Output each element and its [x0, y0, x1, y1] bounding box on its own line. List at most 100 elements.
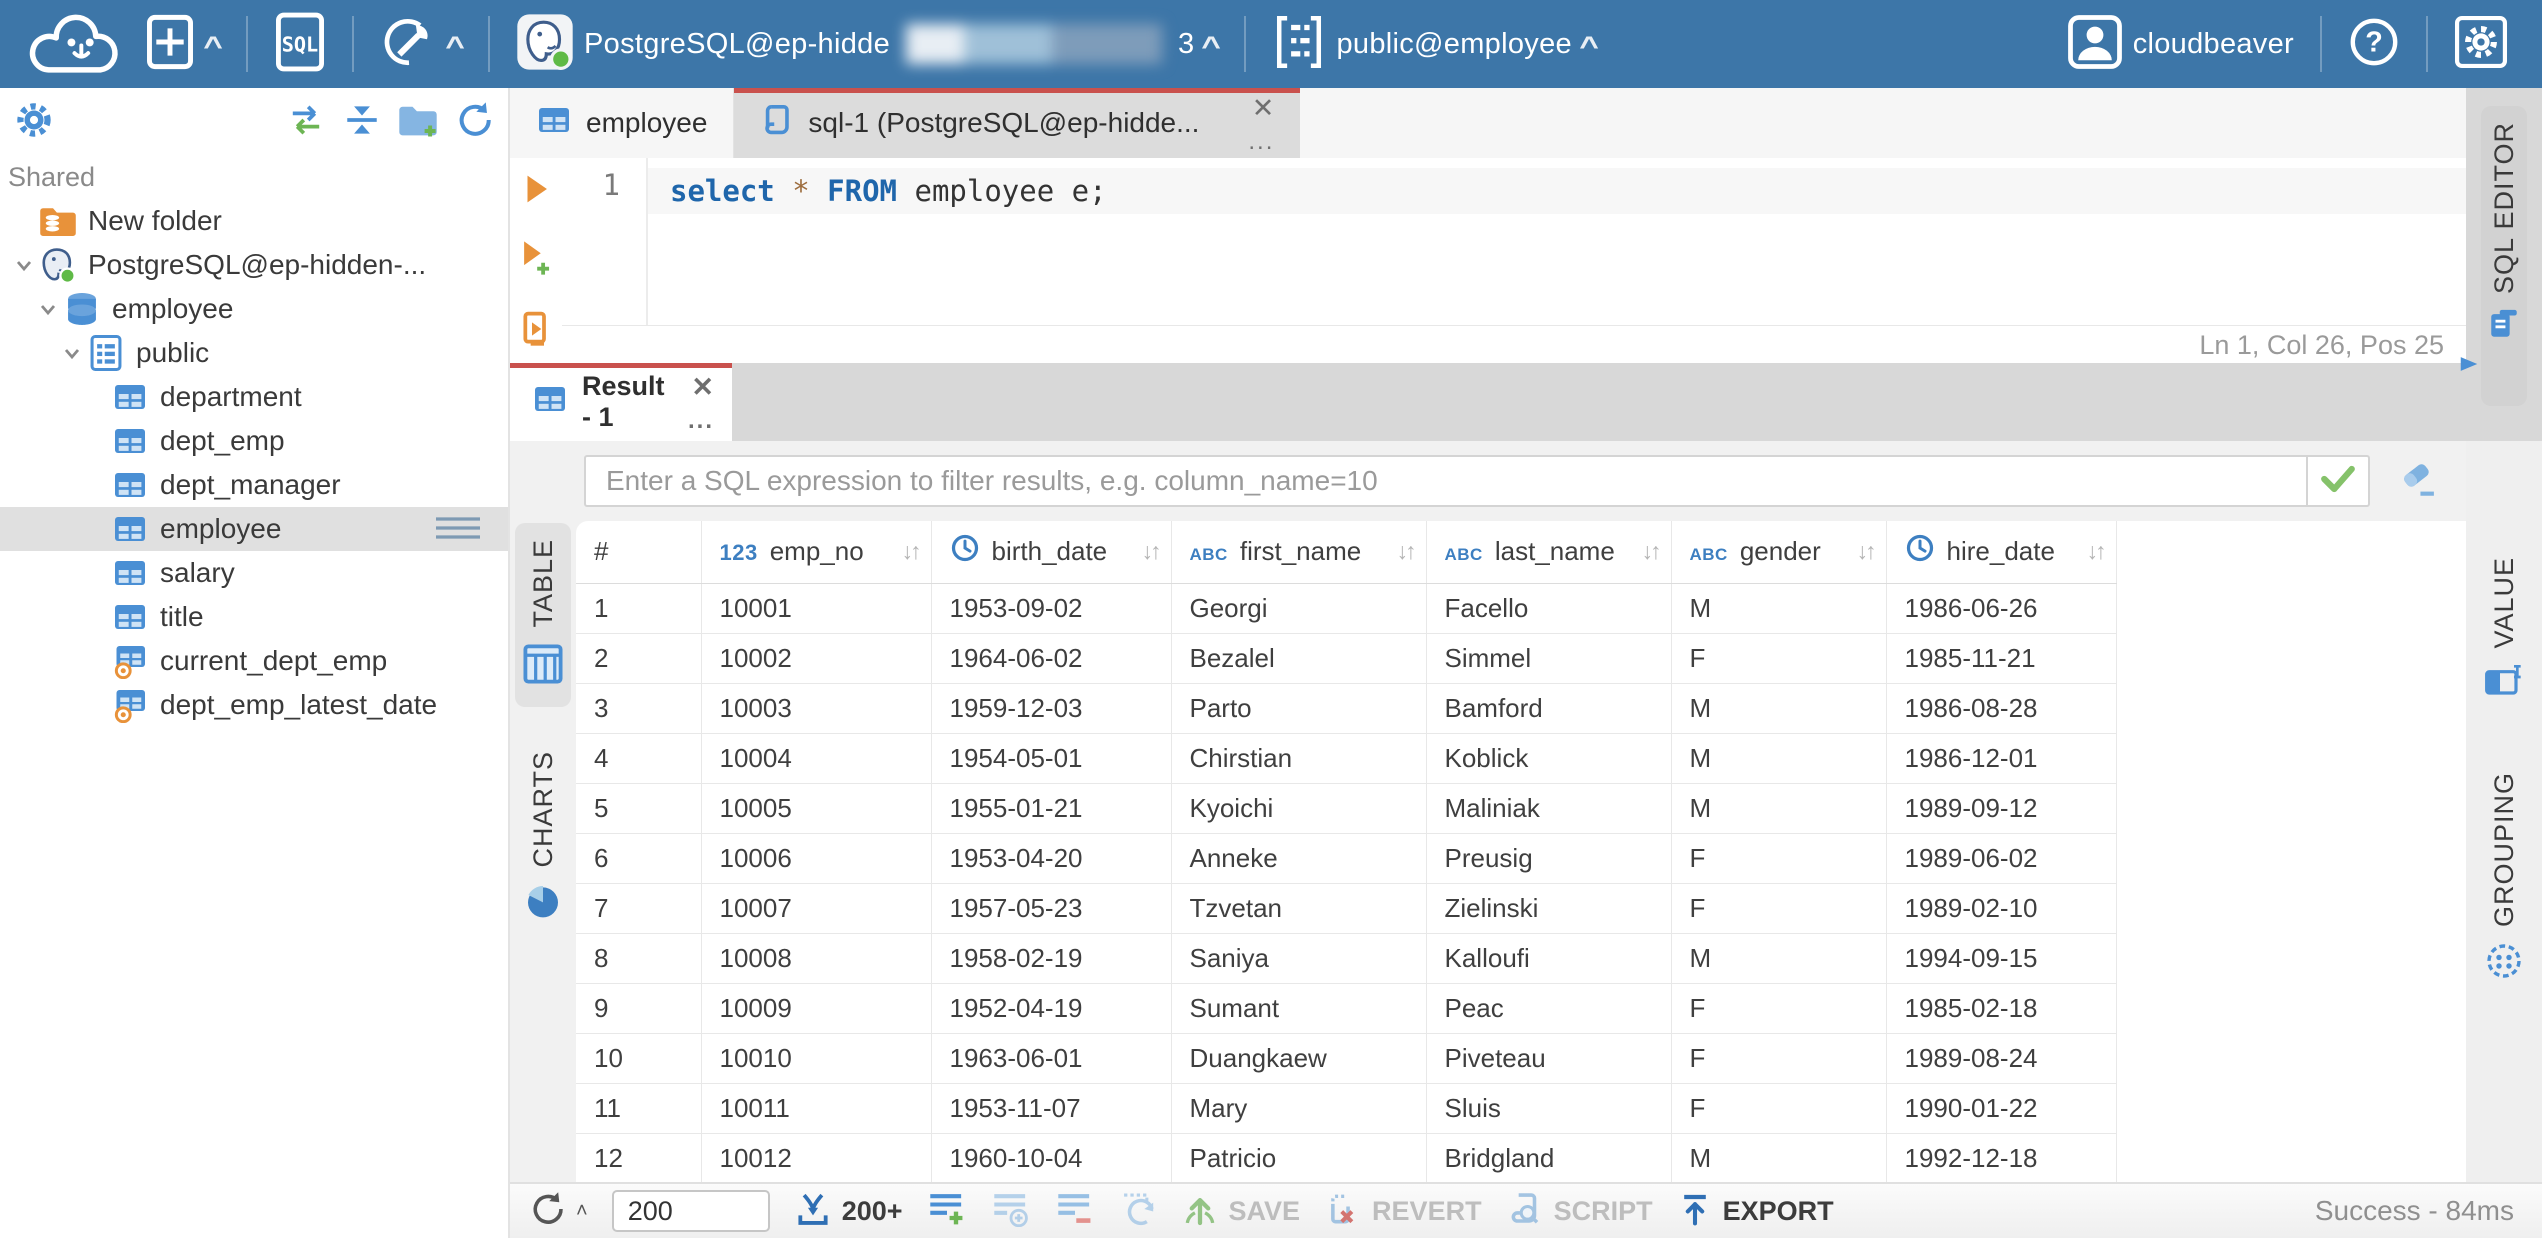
export-button[interactable]: EXPORT: [1677, 1191, 1834, 1232]
chevron-down-icon[interactable]: [10, 253, 38, 277]
data-cell[interactable]: Koblick: [1426, 733, 1672, 784]
data-cell[interactable]: Duangkaew: [1171, 1033, 1427, 1084]
help-button[interactable]: ?: [2348, 16, 2400, 73]
refresh-tree-button[interactable]: [454, 101, 494, 142]
chevron-down-icon[interactable]: [34, 297, 62, 321]
sync-selection-button[interactable]: [286, 102, 326, 142]
data-cell[interactable]: 1952-04-19: [931, 983, 1172, 1034]
row-index-cell[interactable]: 4: [576, 733, 702, 784]
row-index-cell[interactable]: 11: [576, 1083, 702, 1134]
data-cell[interactable]: 1953-11-07: [931, 1083, 1172, 1134]
data-cell[interactable]: Piveteau: [1426, 1033, 1672, 1084]
add-row-button[interactable]: [927, 1191, 967, 1232]
panel-splitter-collapse-icon[interactable]: [2458, 354, 2480, 379]
tab-table-view[interactable]: TABLE: [515, 523, 571, 707]
data-cell[interactable]: 10003: [701, 683, 932, 734]
new-folder-button[interactable]: [398, 102, 438, 142]
data-cell[interactable]: Georgi: [1171, 583, 1427, 634]
data-cell[interactable]: 10004: [701, 733, 932, 784]
connection-selector[interactable]: PostgreSQL@ep-hidde 3 ˄: [516, 13, 1221, 76]
script-button[interactable]: SCRIPT: [1506, 1191, 1653, 1232]
clear-filter-button[interactable]: [2396, 459, 2440, 504]
tab-employee[interactable]: employee: [510, 88, 735, 158]
sort-icon[interactable]: ↓↑: [1642, 538, 1671, 565]
data-cell[interactable]: 1985-02-18: [1886, 983, 2117, 1034]
data-cell[interactable]: 1985-11-21: [1886, 633, 2117, 684]
data-cell[interactable]: Zielinski: [1426, 883, 1672, 934]
data-cell[interactable]: M: [1671, 1133, 1887, 1182]
row-index-cell[interactable]: 9: [576, 983, 702, 1034]
tab-grouping-panel[interactable]: GROUPING: [2478, 756, 2530, 1002]
data-cell[interactable]: 1986-08-28: [1886, 683, 2117, 734]
data-cell[interactable]: 1986-12-01: [1886, 733, 2117, 784]
tree-item-department[interactable]: department: [0, 375, 508, 419]
data-cell[interactable]: M: [1671, 683, 1887, 734]
tab-sql-1[interactable]: sql-1 (PostgreSQL@ep-hidde... ✕ ...: [734, 88, 1301, 158]
data-cell[interactable]: 10005: [701, 783, 932, 834]
data-cell[interactable]: Sumant: [1171, 983, 1427, 1034]
execute-query-button[interactable]: [521, 172, 551, 211]
tab-value-panel[interactable]: VALUE: [2478, 541, 2530, 720]
data-cell[interactable]: Kyoichi: [1171, 783, 1427, 834]
column-header-row-index[interactable]: #: [576, 521, 702, 584]
tree-item-dept-emp[interactable]: dept_emp: [0, 419, 508, 463]
data-cell[interactable]: F: [1671, 883, 1887, 934]
row-index-cell[interactable]: 8: [576, 933, 702, 984]
data-cell[interactable]: 10002: [701, 633, 932, 684]
data-cell[interactable]: Patricio: [1171, 1133, 1427, 1182]
tab-result-1[interactable]: Result - 1 ✕ ...: [510, 363, 732, 441]
tree-item-new-folder[interactable]: New folder: [0, 199, 508, 243]
settings-button[interactable]: [2454, 15, 2508, 74]
apply-filter-button[interactable]: [2306, 457, 2368, 505]
data-cell[interactable]: Chirstian: [1171, 733, 1427, 784]
row-index-cell[interactable]: 10: [576, 1033, 702, 1084]
data-cell[interactable]: 10010: [701, 1033, 932, 1084]
data-cell[interactable]: 10011: [701, 1083, 932, 1134]
filter-input[interactable]: [586, 457, 2306, 505]
data-cell[interactable]: 10008: [701, 933, 932, 984]
data-cell[interactable]: F: [1671, 633, 1887, 684]
data-cell[interactable]: 1986-06-26: [1886, 583, 2117, 634]
data-cell[interactable]: 1989-06-02: [1886, 833, 2117, 884]
data-cell[interactable]: 1989-08-24: [1886, 1033, 2117, 1084]
row-index-cell[interactable]: 7: [576, 883, 702, 934]
data-cell[interactable]: M: [1671, 933, 1887, 984]
data-cell[interactable]: 1953-09-02: [931, 583, 1172, 634]
code-editor[interactable]: 1 select * FROM employee e;: [562, 158, 2466, 325]
data-cell[interactable]: F: [1671, 1083, 1887, 1134]
save-button[interactable]: SAVE: [1181, 1191, 1300, 1232]
data-cell[interactable]: Bamford: [1426, 683, 1672, 734]
chevron-down-icon[interactable]: [58, 341, 86, 365]
tree-item-title[interactable]: title: [0, 595, 508, 639]
delete-row-button[interactable]: [1055, 1191, 1095, 1232]
data-cell[interactable]: 10009: [701, 983, 932, 1034]
data-cell[interactable]: 1964-06-02: [931, 633, 1172, 684]
data-cell[interactable]: Saniya: [1171, 933, 1427, 984]
data-cell[interactable]: F: [1671, 1033, 1887, 1084]
data-cell[interactable]: Kalloufi: [1426, 933, 1672, 984]
sort-icon[interactable]: ↓↑: [1397, 538, 1426, 565]
row-index-cell[interactable]: 5: [576, 783, 702, 834]
data-cell[interactable]: Bezalel: [1171, 633, 1427, 684]
data-cell[interactable]: 1960-10-04: [931, 1133, 1172, 1182]
data-cell[interactable]: Peac: [1426, 983, 1672, 1034]
data-cell[interactable]: F: [1671, 983, 1887, 1034]
execute-script-button[interactable]: [520, 310, 552, 353]
collapse-all-button[interactable]: [342, 102, 382, 142]
tab-charts-view[interactable]: CHARTS: [517, 735, 569, 943]
tree-item-postgresql-ep-hidden-[interactable]: PostgreSQL@ep-hidden-...: [0, 243, 508, 287]
data-cell[interactable]: 1953-04-20: [931, 833, 1172, 884]
item-menu-icon[interactable]: [434, 513, 482, 550]
column-header-last_name[interactable]: ABC last_name ↓↑: [1426, 521, 1672, 584]
data-cell[interactable]: 1957-05-23: [931, 883, 1172, 934]
data-cell[interactable]: M: [1671, 583, 1887, 634]
duplicate-row-button[interactable]: [991, 1191, 1031, 1232]
data-cell[interactable]: Simmel: [1426, 633, 1672, 684]
open-sql-editor-button[interactable]: SQL: [274, 11, 326, 78]
sort-icon[interactable]: ↓↑: [1142, 538, 1171, 565]
row-index-cell[interactable]: 1: [576, 583, 702, 634]
column-header-hire_date[interactable]: hire_date ↓↑: [1886, 521, 2117, 584]
row-index-cell[interactable]: 2: [576, 633, 702, 684]
new-connection-button[interactable]: ˄: [144, 13, 223, 76]
tree-item-dept-manager[interactable]: dept_manager: [0, 463, 508, 507]
